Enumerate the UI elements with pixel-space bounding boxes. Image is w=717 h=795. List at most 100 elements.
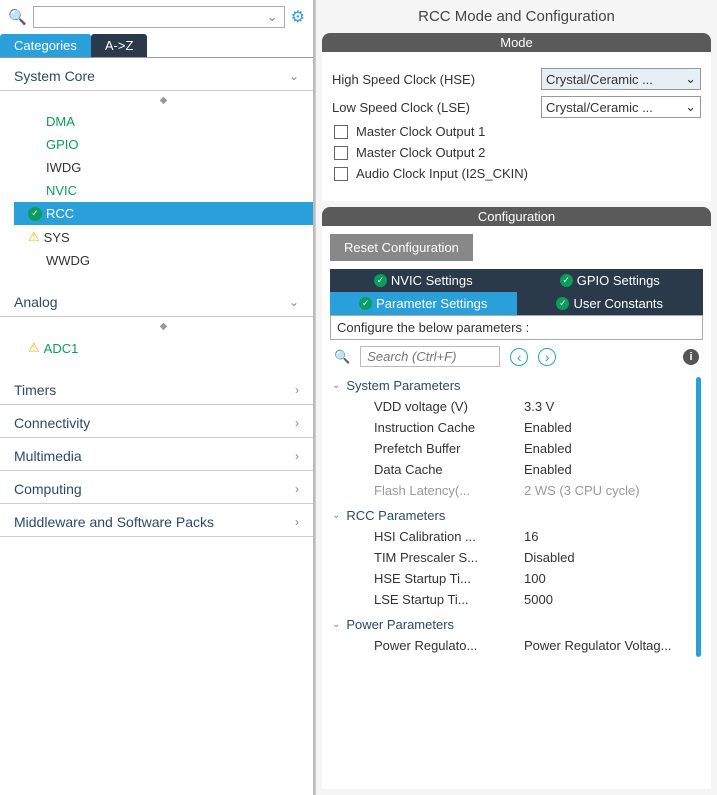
mco1-label: Master Clock Output 1 [356,124,485,139]
periph-item-sys[interactable]: ⚠SYS [14,225,313,249]
next-match-icon[interactable]: › [538,348,556,366]
lse-select[interactable]: Crystal/Ceramic ... ⌄ [541,96,701,118]
tab-categories[interactable]: Categories [0,34,91,57]
tab-label: NVIC Settings [391,273,473,288]
periph-item-dma[interactable]: DMA [14,110,313,133]
periph-item-iwdg[interactable]: IWDG [14,156,313,179]
param-group-title: RCC Parameters [346,508,445,523]
reset-button[interactable]: Reset Configuration [330,234,473,261]
checkbox-icon[interactable] [334,146,348,160]
param-value: 3.3 V [524,399,554,414]
right-title: RCC Mode and Configuration [316,0,717,33]
param-group-header[interactable]: ⌄System Parameters [330,375,703,396]
hse-row: High Speed Clock (HSE) Crystal/Ceramic .… [332,68,701,90]
prev-match-icon[interactable]: ‹ [510,348,528,366]
param-row[interactable]: Prefetch BufferEnabled [330,438,703,459]
param-name: Prefetch Buffer [374,441,524,456]
category-timers[interactable]: Timers› [0,372,313,405]
hse-select[interactable]: Crystal/Ceramic ... ⌄ [541,68,701,90]
category-multimedia[interactable]: Multimedia › [0,438,313,471]
param-value: 5000 [524,592,553,607]
category-computing[interactable]: Computing› [0,471,313,504]
search-icon: 🔍 [334,349,350,365]
param-name: HSE Startup Ti... [374,571,524,586]
checkbox-icon[interactable] [334,167,348,181]
param-name: Data Cache [374,462,524,477]
gear-icon[interactable]: ⚙ [291,7,305,27]
periph-label: IWDG [46,160,81,175]
tab-user-constants[interactable]: ✓User Constants [517,292,704,315]
sort-handle-icon[interactable]: ◆ [14,317,313,336]
category-middleware-and-software-packs[interactable]: Middleware and Software Packs› [0,504,313,537]
param-group-header[interactable]: ⌄RCC Parameters [330,505,703,526]
periph-label: ADC1 [44,341,79,356]
i2s-row[interactable]: Audio Clock Input (I2S_CKIN) [334,166,699,181]
tab-az[interactable]: A->Z [91,34,148,57]
chevron-right-icon: › [295,416,299,430]
checkbox-icon[interactable] [334,125,348,139]
param-value: 100 [524,571,546,586]
view-tabs: Categories A->Z [0,34,313,58]
periph-item-rcc[interactable]: ✓RCC [14,202,313,225]
param-row[interactable]: Flash Latency(...2 WS (3 CPU cycle) [330,480,703,501]
category-label: Multimedia [14,448,82,464]
param-name: Instruction Cache [374,420,524,435]
periph-item-adc1[interactable]: ⚠ADC1 [14,336,313,360]
param-group-title: Power Parameters [346,617,454,632]
mco2-row[interactable]: Master Clock Output 2 [334,145,699,160]
param-search-input[interactable] [360,346,500,367]
check-icon: ✓ [374,274,387,287]
sort-handle-icon[interactable]: ◆ [14,91,313,110]
param-row[interactable]: HSI Calibration ...16 [330,526,703,547]
param-name: Flash Latency(... [374,483,524,498]
category-list: System Core ⌄ ◆ DMAGPIO IWDG NVIC✓RCC⚠SYS W… [0,58,313,795]
param-name: VDD voltage (V) [374,399,524,414]
param-group-title: System Parameters [346,378,460,393]
hse-label: High Speed Clock (HSE) [332,72,533,87]
warning-icon: ⚠ [28,229,40,245]
category-connectivity[interactable]: Connectivity› [0,405,313,438]
param-row[interactable]: TIM Prescaler S...Disabled [330,547,703,568]
search-combo[interactable]: ⌄ [33,6,285,28]
periph-item-gpio[interactable]: GPIO [14,133,313,156]
tab-label: GPIO Settings [577,273,660,288]
chevron-right-icon: › [295,449,299,463]
category-analog[interactable]: Analog ⌄ [0,284,313,317]
param-row[interactable]: VDD voltage (V)3.3 V [330,396,703,417]
tab-gpio-settings[interactable]: ✓ GPIO Settings [517,269,704,292]
lse-row: Low Speed Clock (LSE) Crystal/Ceramic ..… [332,96,701,118]
check-icon: ✓ [560,274,573,287]
param-row[interactable]: Power Regulato...Power Regulator Voltag.… [330,635,703,656]
category-label: Middleware and Software Packs [14,514,214,530]
i2s-label: Audio Clock Input (I2S_CKIN) [356,166,528,181]
config-section-bar: Configuration [322,207,711,226]
param-row[interactable]: HSE Startup Ti...100 [330,568,703,589]
param-value: 16 [524,529,538,544]
param-row[interactable]: Instruction CacheEnabled [330,417,703,438]
param-tree[interactable]: ⌄System ParametersVDD voltage (V)3.3 VIn… [330,373,703,781]
scrollbar-thumb[interactable] [696,377,701,657]
chevron-down-icon: ⌄ [685,99,696,115]
periph-item-wwdg[interactable]: WWDG [14,249,313,272]
check-icon: ✓ [359,297,372,310]
periph-item-nvic[interactable]: NVIC [14,179,313,202]
param-row[interactable]: Data CacheEnabled [330,459,703,480]
periph-label: WWDG [46,253,90,268]
param-row[interactable]: LSE Startup Ti...5000 [330,589,703,610]
config-tabs: ✓ NVIC Settings ✓ GPIO Settings ✓ Parameter… [330,269,703,315]
tab-nvic-settings[interactable]: ✓ NVIC Settings [330,269,517,292]
chevron-down-icon: ⌄ [332,619,340,630]
tab-label: User Constants [573,296,663,311]
chevron-down-icon: ⌄ [267,9,278,25]
category-system-core[interactable]: System Core ⌄ [0,58,313,91]
info-icon[interactable]: i [683,349,699,365]
chevron-down-icon: ⌄ [289,295,299,309]
param-hint: Configure the below parameters : [330,315,703,340]
mco1-row[interactable]: Master Clock Output 1 [334,124,699,139]
search-icon: 🔍 [8,8,27,26]
chevron-down-icon: ⌄ [289,69,299,83]
param-group-header[interactable]: ⌄ Power Parameters [330,614,703,635]
tab-parameter-settings[interactable]: ✓ Parameter Settings [330,292,517,315]
param-name: HSI Calibration ... [374,529,524,544]
tab-label: Parameter Settings [376,296,487,311]
